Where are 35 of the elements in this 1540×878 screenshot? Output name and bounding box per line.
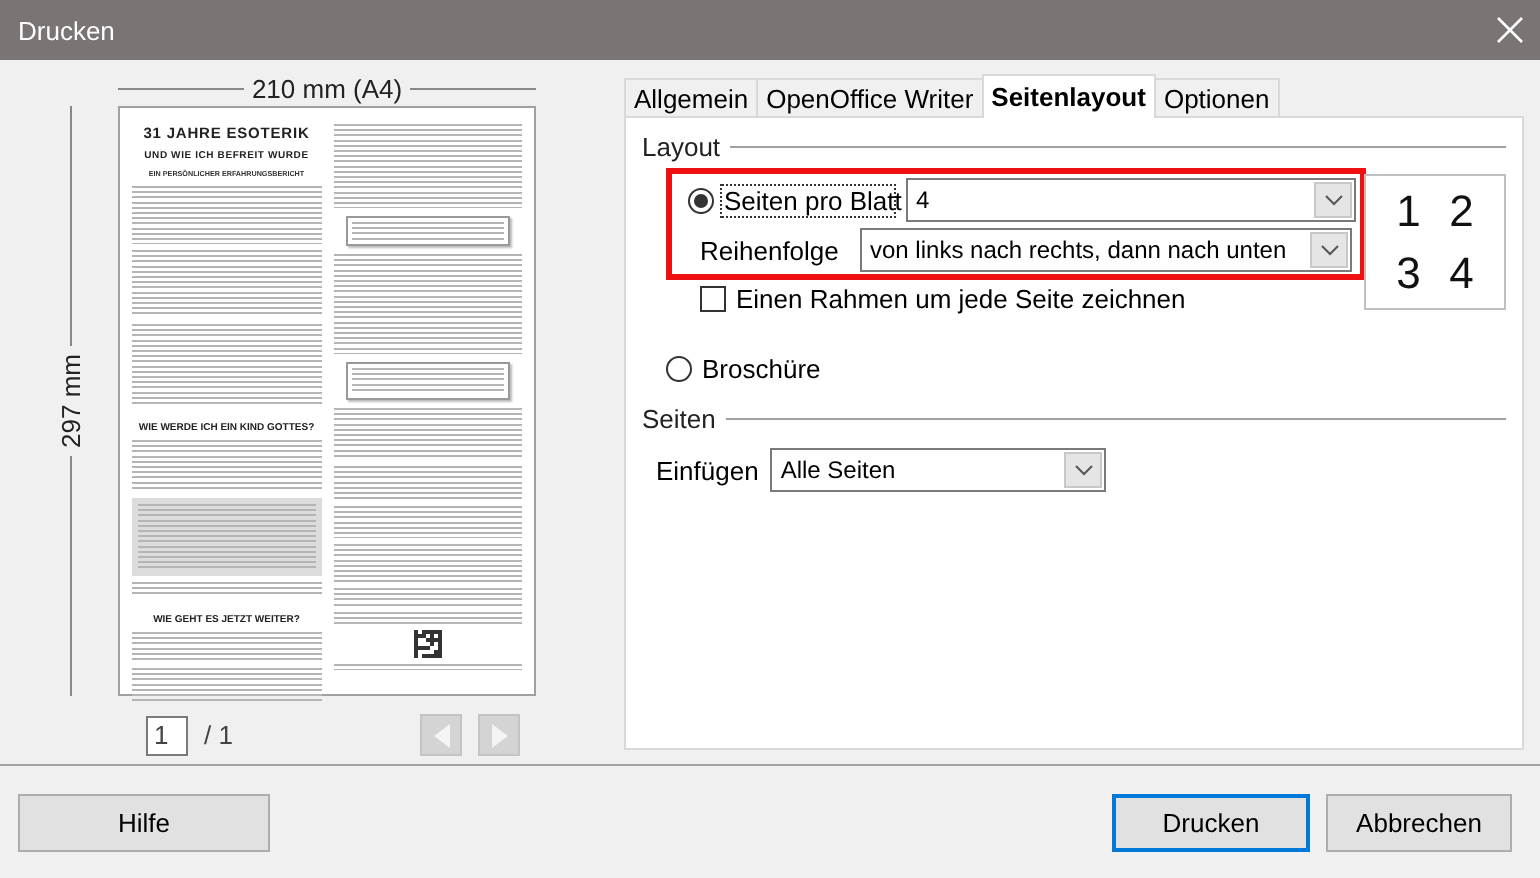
- page-number-field[interactable]: 1: [146, 715, 188, 755]
- radio-button[interactable]: [666, 356, 692, 382]
- tab[interactable]: OpenOffice Writer: [756, 78, 984, 116]
- dropdown[interactable]: von links nach rechts, dann nach unten: [860, 228, 1352, 272]
- cancel-button[interactable]: Abbrechen: [1326, 793, 1512, 851]
- chevron-down-icon: [1073, 463, 1094, 477]
- help-button[interactable]: Hilfe: [18, 793, 270, 851]
- radio-label[interactable]: Broschüre: [698, 352, 825, 386]
- print-button[interactable]: Drucken: [1112, 793, 1310, 851]
- page-number: 4: [1449, 247, 1474, 299]
- qr-code-icon: [413, 630, 442, 658]
- tab[interactable]: Seitenlayout: [981, 74, 1156, 118]
- page-number: 1: [1396, 185, 1421, 237]
- width-label: 210 mm (A4): [251, 74, 403, 104]
- checkbox[interactable]: [700, 286, 726, 312]
- field-label: Reihenfolge: [700, 235, 841, 265]
- section-label: Layout: [642, 132, 721, 162]
- page-number: 2: [1449, 185, 1474, 237]
- radio-button[interactable]: [688, 187, 714, 213]
- chevron-down-icon: [1319, 243, 1339, 257]
- window-title: Drucken: [18, 15, 115, 45]
- dropdown[interactable]: 4: [906, 178, 1356, 222]
- tab[interactable]: Optionen: [1153, 78, 1280, 116]
- chevron-down-icon: [1323, 193, 1343, 207]
- height-label: 297 mm: [55, 354, 85, 448]
- tab[interactable]: Allgemein: [624, 78, 759, 116]
- section-label: Seiten: [642, 404, 716, 434]
- field-label: Einfügen: [656, 455, 759, 485]
- page-total: / 1: [204, 720, 233, 750]
- checkbox-label[interactable]: Einen Rahmen um jede Seite zeichnen: [732, 282, 1190, 316]
- dropdown[interactable]: Alle Seiten: [770, 448, 1107, 492]
- triangle-left-icon: [433, 723, 450, 747]
- close-icon[interactable]: [1496, 16, 1524, 44]
- page-number: 3: [1396, 247, 1421, 299]
- triangle-right-icon: [491, 723, 508, 747]
